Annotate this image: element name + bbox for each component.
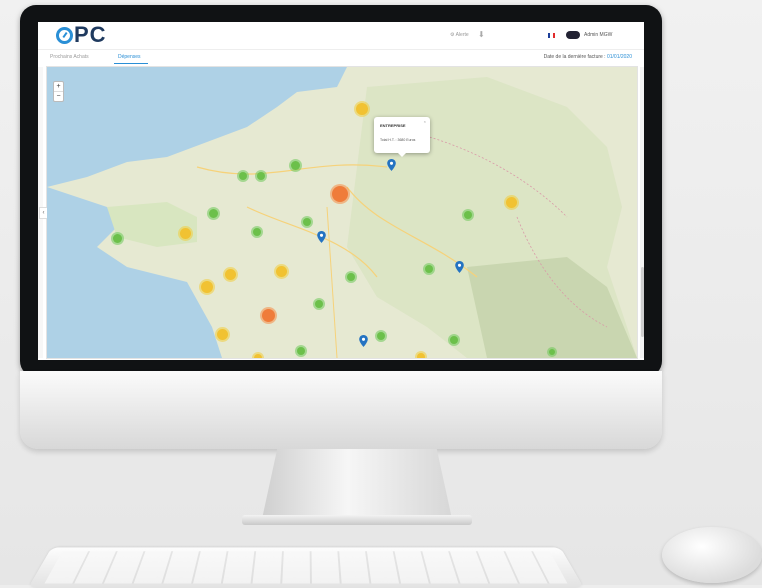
map-cluster[interactable] [448, 334, 460, 346]
cluster-core [262, 309, 275, 322]
map-cluster[interactable] [207, 207, 220, 220]
cluster-core [253, 228, 261, 236]
map-pin-icon[interactable] [317, 231, 326, 243]
cluster-core [291, 161, 300, 170]
cluster-core [315, 300, 323, 308]
map-cluster[interactable] [547, 347, 557, 357]
cluster-core [356, 103, 368, 115]
map-cluster[interactable] [199, 279, 215, 295]
map-cluster[interactable] [215, 327, 230, 342]
tab-bar: Prochains Achats Dépenses Date de la der… [38, 50, 644, 64]
map-cluster[interactable] [178, 226, 193, 241]
avatar[interactable] [566, 31, 580, 39]
map-pin-icon[interactable] [387, 159, 396, 171]
user-name[interactable]: Admin MGW [584, 32, 612, 38]
map-cluster[interactable] [289, 159, 302, 172]
cluster-core [332, 186, 348, 202]
keyboard [28, 547, 584, 588]
flag-fr-icon[interactable] [548, 33, 555, 38]
map-cluster[interactable] [313, 298, 325, 310]
cluster-core [254, 354, 262, 358]
map-pin-icon[interactable] [455, 261, 464, 273]
map-cluster[interactable] [274, 264, 289, 279]
map-cluster[interactable] [255, 170, 267, 182]
last-invoice-date: Date de la dernière facture : 01/01/2020 [543, 54, 632, 60]
map-cluster[interactable] [462, 209, 474, 221]
cluster-core [239, 172, 247, 180]
cluster-core [377, 332, 385, 340]
close-icon[interactable]: × [424, 119, 426, 124]
zoom-control: + − [53, 81, 64, 102]
map-cluster[interactable] [295, 345, 307, 357]
flag-stripe [552, 33, 555, 38]
tab-depenses[interactable]: Dépenses [118, 54, 141, 60]
scrollbar-thumb[interactable] [641, 267, 644, 337]
cluster-core [347, 273, 355, 281]
map-cluster[interactable] [301, 216, 313, 228]
map-tiles [47, 67, 637, 358]
map-cluster[interactable] [415, 351, 427, 358]
map-cluster[interactable] [504, 195, 519, 210]
cluster-core [425, 265, 433, 273]
cluster-core [257, 172, 265, 180]
cluster-core [417, 353, 425, 358]
map-cluster[interactable] [345, 271, 357, 283]
map-cluster[interactable] [354, 101, 370, 117]
keyboard-keys [44, 551, 568, 584]
alert-button[interactable]: ⚙ Alerte [450, 32, 469, 38]
cluster-core [506, 197, 517, 208]
monitor-chin [20, 371, 662, 449]
popup-title: ENTREPRISE [380, 123, 406, 128]
map-cluster[interactable] [223, 267, 238, 282]
cluster-core [180, 228, 191, 239]
map-cluster[interactable] [375, 330, 387, 342]
cluster-core [209, 209, 218, 218]
france-map[interactable]: + − × ENTREPRISE Total H.T.: 3680 Euros [47, 67, 637, 358]
map-cluster[interactable] [251, 226, 263, 238]
cluster-core [464, 211, 472, 219]
app-screen: PC ⚙ Alerte ⬇ Admin MGW Prochains Achats… [38, 22, 644, 360]
cluster-core [297, 347, 305, 355]
gauge-icon [56, 26, 73, 44]
cluster-core [217, 329, 228, 340]
map-cluster[interactable] [260, 307, 277, 324]
mouse [662, 527, 762, 583]
opc-logo: PC [56, 22, 107, 47]
cluster-core [450, 336, 458, 344]
map-cluster[interactable] [111, 232, 124, 245]
map-cluster[interactable] [423, 263, 435, 275]
cluster-core [303, 218, 311, 226]
monitor-stand-base [242, 515, 472, 525]
tab-prochains-achats[interactable]: Prochains Achats [50, 54, 89, 60]
map-cluster[interactable] [252, 352, 264, 358]
download-icon[interactable]: ⬇ [478, 30, 485, 39]
map-cluster[interactable] [237, 170, 249, 182]
cluster-core [201, 281, 213, 293]
top-bar: PC ⚙ Alerte ⬇ Admin MGW [38, 22, 644, 50]
map-cluster[interactable] [330, 184, 350, 204]
zoom-in-button[interactable]: + [54, 82, 63, 92]
popup-total: Total H.T. : 3680 Euros [380, 138, 416, 142]
cluster-core [276, 266, 287, 277]
cluster-core [113, 234, 122, 243]
cluster-core [549, 349, 555, 355]
active-tab-indicator [114, 63, 148, 64]
map-popup: × ENTREPRISE Total H.T. : 3680 Euros [374, 117, 430, 157]
cluster-core [225, 269, 236, 280]
zoom-out-button[interactable]: − [54, 92, 63, 101]
map-pin-icon[interactable] [359, 335, 368, 347]
monitor-stand [262, 449, 452, 519]
map-panel: ‹ + − × ENTREPRISE Total H.T.: 3680 Eur… [38, 66, 644, 359]
product-photo: PC ⚙ Alerte ⬇ Admin MGW Prochains Achats… [0, 0, 762, 588]
